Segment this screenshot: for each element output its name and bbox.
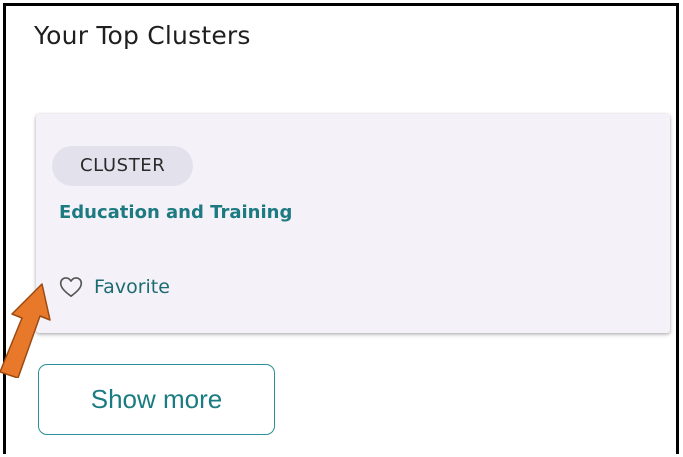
cluster-title[interactable]: Education and Training	[59, 202, 292, 223]
favorite-label: Favorite	[94, 276, 170, 298]
favorite-button[interactable]: Favorite	[58, 274, 170, 300]
top-clusters-panel: Your Top Clusters CLUSTER Education and …	[3, 3, 679, 454]
cluster-card[interactable]: CLUSTER Education and Training Favorite	[36, 114, 670, 333]
show-more-button[interactable]: Show more	[38, 364, 275, 435]
cluster-tag: CLUSTER	[52, 146, 194, 186]
section-title: Your Top Clusters	[34, 21, 251, 50]
heart-outline-icon	[58, 274, 84, 300]
